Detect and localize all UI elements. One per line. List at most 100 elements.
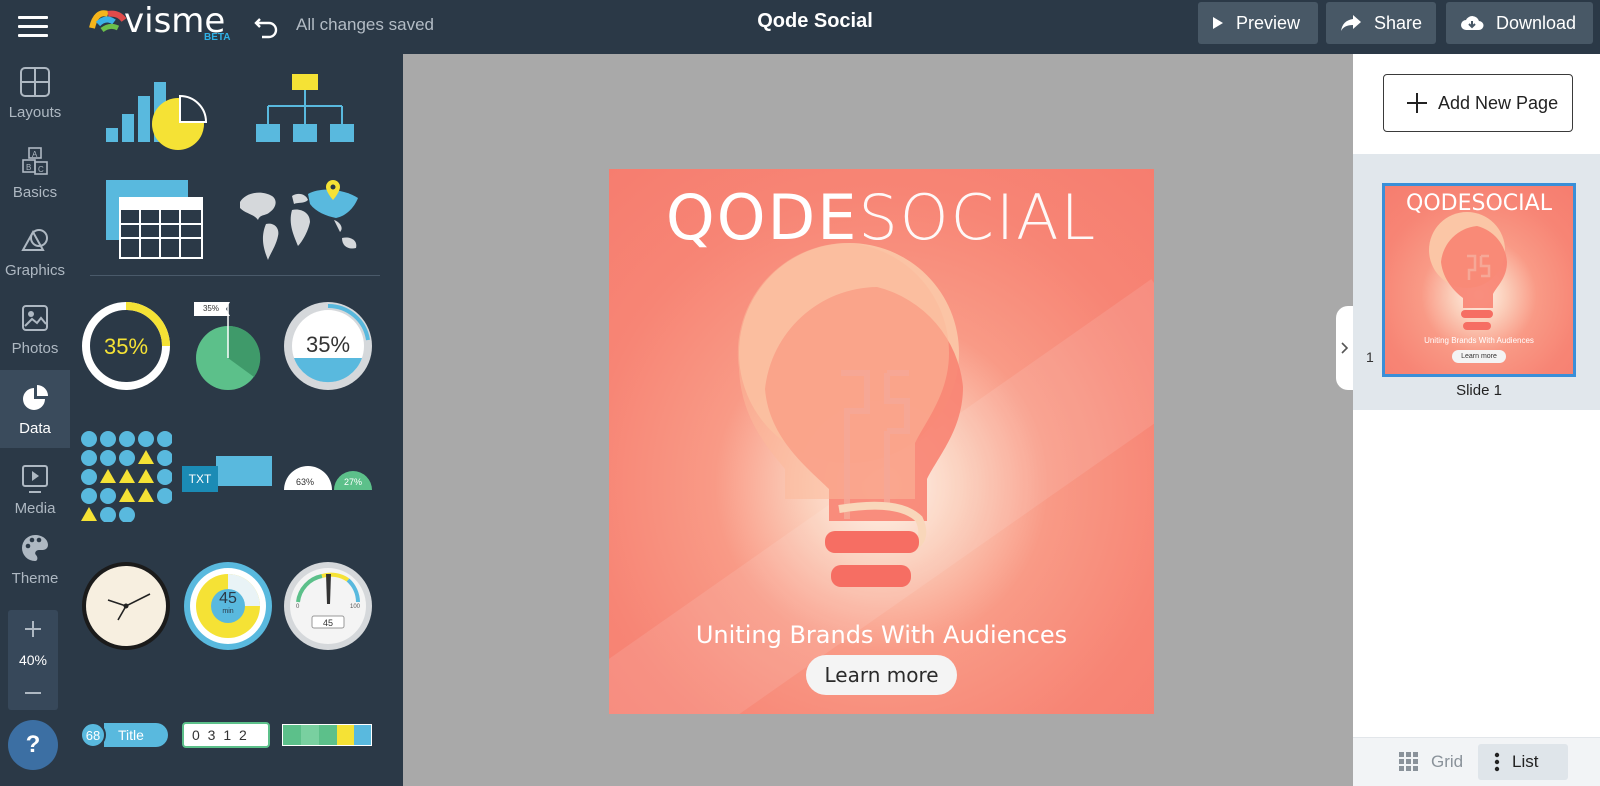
beta-badge: BETA — [204, 32, 231, 43]
grid-icon — [1399, 752, 1419, 772]
view-toggle-bar: Grid List — [1353, 737, 1600, 786]
semi-left-value: 63% — [296, 477, 315, 487]
plus-icon — [25, 621, 41, 637]
sidebar-item-label: Basics — [12, 184, 58, 201]
minus-icon — [25, 692, 41, 694]
play-icon — [1212, 16, 1224, 30]
pictograph-icon[interactable] — [80, 430, 172, 522]
org-chart-icon[interactable] — [256, 72, 354, 148]
list-view-label: List — [1512, 752, 1539, 771]
list-icon — [1494, 752, 1500, 772]
chevron-right-icon — [1341, 342, 1349, 354]
pie-flag-label: 35% — [202, 304, 219, 313]
grid-view-label: Grid — [1431, 752, 1464, 771]
save-status: All changes saved — [296, 15, 434, 34]
thumb-lightbulb-icon — [1429, 212, 1507, 330]
sidebar-item-graphics[interactable]: Graphics — [0, 212, 70, 290]
share-button[interactable]: Share — [1326, 2, 1436, 44]
slide-thumbnail[interactable]: QODESOCIAL Uniting Brands With Audiences… — [1382, 183, 1576, 377]
speedometer-widget[interactable]: 0 100 45 — [282, 560, 374, 652]
number-badge-widget[interactable]: 68 Title — [80, 722, 170, 748]
donut-value: 35% — [103, 334, 149, 359]
pie-flag-widget[interactable]: 35% — [192, 300, 264, 392]
badge-title: Title — [118, 727, 144, 743]
zoom-out-button[interactable] — [8, 680, 58, 706]
sidebar-item-basics[interactable]: ABC Basics — [0, 134, 70, 212]
text-box-widget[interactable]: TXT — [182, 456, 272, 494]
thumb-subtitle: Uniting Brands With Audiences — [1424, 336, 1534, 345]
sidebar-item-photos[interactable]: Photos — [0, 290, 70, 368]
sidebar-item-layouts[interactable]: Layouts — [0, 54, 70, 132]
visme-logo[interactable]: visme BETA — [88, 2, 238, 46]
menu-icon[interactable] — [14, 10, 50, 44]
document-title[interactable]: Qode Social — [700, 10, 930, 33]
zoom-in-button[interactable] — [8, 616, 58, 642]
sidebar-item-data[interactable]: Data — [0, 370, 70, 448]
photos-icon — [10, 302, 60, 334]
panel-divider — [90, 275, 380, 276]
pie-chart-icon — [194, 302, 261, 390]
svg-text:C: C — [38, 165, 44, 174]
logo-mark-icon — [89, 10, 127, 33]
bar-pie-chart-icon[interactable] — [104, 66, 214, 158]
collapse-panel-tab[interactable] — [1336, 306, 1354, 390]
add-new-page-label: Add New Page — [1438, 92, 1559, 113]
slide-subtitle[interactable]: Uniting Brands With Audiences — [609, 621, 1154, 649]
grid-view-button[interactable]: Grid — [1393, 744, 1483, 780]
sidebar-item-label: Media — [14, 500, 56, 517]
svg-text:A: A — [32, 150, 38, 159]
download-button[interactable]: Download — [1446, 2, 1593, 44]
semi-circle-widget[interactable]: 63% 27% — [282, 464, 374, 492]
top-bar: visme BETA All changes saved Qode Social… — [0, 0, 1600, 54]
text-box-back — [216, 456, 272, 486]
sidebar-item-media[interactable]: Media — [0, 450, 70, 528]
fill-gauge-widget[interactable]: 35% — [282, 300, 374, 392]
slide-canvas[interactable]: QODESOCIAL Uniting Brands With Audiences… — [609, 169, 1154, 714]
sidebar-item-label: Theme — [11, 570, 59, 587]
undo-icon[interactable] — [252, 11, 282, 41]
learn-more-button[interactable]: Learn more — [806, 655, 957, 695]
share-arrow-icon — [1340, 14, 1362, 32]
text-box-label: TXT — [182, 466, 218, 492]
speedometer-max: 100 — [350, 604, 361, 610]
preview-button[interactable]: Preview — [1198, 2, 1318, 44]
media-icon — [10, 462, 60, 494]
sidebar-item-theme[interactable]: Theme — [0, 520, 70, 598]
layouts-icon — [10, 66, 60, 98]
preview-label: Preview — [1236, 12, 1301, 33]
fill-gauge-value: 35% — [305, 332, 351, 357]
sidebar-item-label: Layouts — [8, 104, 62, 121]
speedometer-value: 45 — [322, 618, 333, 628]
help-button[interactable]: ? — [8, 720, 58, 770]
cloud-download-icon — [1460, 14, 1484, 32]
counter-widget[interactable]: 0 3 1 2 — [182, 722, 270, 748]
badge-number: 68 — [80, 722, 106, 748]
add-new-page-button[interactable]: Add New Page — [1383, 74, 1573, 132]
world-map-icon[interactable] — [236, 180, 368, 262]
sidebar-item-label: Graphics — [4, 262, 66, 279]
slide-label: Slide 1 — [1456, 382, 1502, 399]
list-view-button[interactable]: List — [1478, 744, 1568, 780]
share-label: Share — [1374, 12, 1423, 33]
speedometer-min: 0 — [296, 604, 300, 610]
palette-icon — [10, 532, 60, 564]
timer-value: 45 — [219, 590, 237, 607]
clock-icon[interactable] — [80, 560, 172, 652]
timer-unit: min — [222, 608, 234, 615]
basics-icon: ABC — [10, 146, 60, 178]
graphics-icon — [10, 224, 60, 256]
thumb-button: Learn more — [1452, 350, 1506, 363]
zoom-level: 40% — [18, 652, 48, 668]
left-sidebar: Layouts ABC Basics Graphics Photos Data … — [0, 54, 70, 786]
page-list: 1 QODESOCIAL Uniting Brands With Audienc… — [1353, 154, 1600, 410]
timer-widget[interactable]: 45 min — [182, 560, 274, 652]
progress-bar-icon[interactable] — [282, 724, 372, 746]
svg-text:B: B — [26, 163, 31, 172]
plus-icon — [1406, 92, 1428, 114]
donut-gauge-widget[interactable]: 35% — [80, 300, 172, 392]
download-label: Download — [1496, 12, 1577, 33]
sidebar-item-label: Photos — [11, 340, 59, 357]
page-number: 1 — [1366, 349, 1374, 365]
table-icon[interactable] — [106, 180, 204, 260]
sidebar-item-label: Data — [19, 420, 51, 437]
